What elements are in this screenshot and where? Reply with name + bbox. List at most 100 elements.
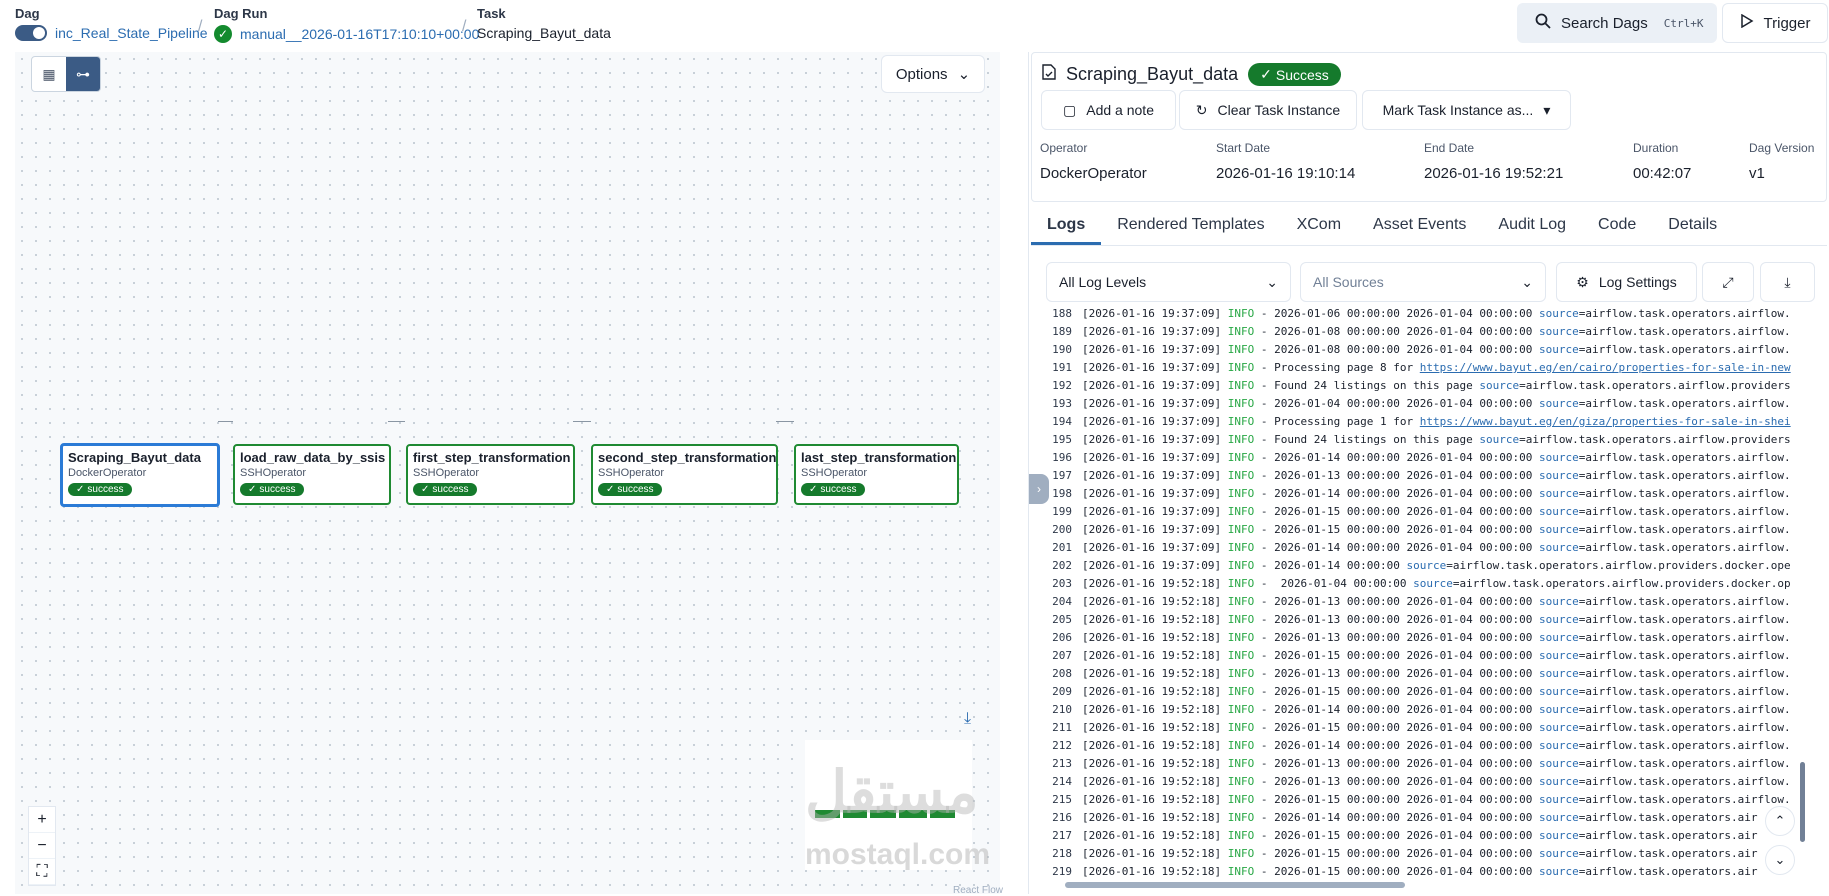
log-line-number: 198: [1052, 487, 1072, 500]
tab-details[interactable]: Details: [1652, 210, 1733, 245]
log-source-value: =airflow.task.operators.airflow.: [1578, 613, 1791, 626]
log-source-key[interactable]: source: [1539, 773, 1579, 791]
fit-view-icon[interactable]: ⛶: [29, 859, 55, 885]
add-note-button[interactable]: ▢ Add a note: [1041, 90, 1176, 130]
trigger-button[interactable]: Trigger: [1722, 3, 1828, 43]
log-source-key[interactable]: source: [1539, 665, 1579, 683]
log-source-key[interactable]: source: [1539, 827, 1579, 845]
log-source-key[interactable]: source: [1539, 611, 1579, 629]
search-dags-button[interactable]: Search Dags Ctrl+K: [1517, 3, 1717, 43]
log-level: INFO: [1227, 487, 1255, 500]
react-flow-attribution[interactable]: React Flow: [953, 885, 1003, 896]
log-timestamp: [2026-01-16 19:37:09]: [1082, 343, 1222, 356]
log-source-key[interactable]: source: [1413, 575, 1453, 593]
log-source-key[interactable]: source: [1539, 791, 1579, 809]
log-vertical-scrollbar[interactable]: [1800, 762, 1805, 842]
log-message: - 2026-01-14 00:00:00 2026-01-04 00:00:0…: [1254, 541, 1539, 554]
task-node-first-step[interactable]: first_step_transformation SSHOperator ✓ s…: [406, 444, 575, 505]
download-graph-icon[interactable]: ⤓: [964, 710, 971, 728]
grid-view-icon[interactable]: ▦: [32, 57, 66, 91]
log-url-link[interactable]: https://www.bayut.eg/en/giza/properties-…: [1420, 413, 1791, 431]
log-source-key[interactable]: source: [1539, 737, 1579, 755]
log-source-key[interactable]: source: [1539, 323, 1579, 341]
scroll-up-icon[interactable]: ⌃: [1765, 806, 1795, 836]
dag-link[interactable]: inc_Real_State_Pipeline: [55, 25, 208, 41]
status-badge: ✓ success: [598, 483, 662, 496]
log-timestamp: [2026-01-16 19:52:18]: [1082, 649, 1222, 662]
log-line: 202 [2026-01-16 19:37:09] INFO - 2026-01-…: [1046, 557, 1798, 575]
log-source-value: =airflow.task.operators.airflow.: [1578, 487, 1791, 500]
mark-task-instance-button[interactable]: Mark Task Instance as... ▾: [1362, 90, 1571, 130]
dag-run-link[interactable]: manual__2026-01-16T17:10:10+00:00: [240, 26, 479, 42]
task-name: Scraping_Bayut_data: [477, 25, 611, 41]
log-source-key[interactable]: source: [1539, 467, 1579, 485]
log-source-key[interactable]: source: [1539, 719, 1579, 737]
scroll-down-icon[interactable]: ⌄: [1765, 845, 1795, 875]
zoom-out-icon[interactable]: −: [29, 833, 55, 859]
log-source-value: =airflow.task.operators.airflow.: [1578, 757, 1791, 770]
tab-asset-events[interactable]: Asset Events: [1357, 210, 1482, 245]
log-source-key[interactable]: source: [1539, 305, 1579, 323]
graph-view-icon[interactable]: ⊶: [66, 57, 100, 91]
log-source-key[interactable]: source: [1479, 377, 1519, 395]
log-source-key[interactable]: source: [1539, 863, 1579, 881]
caret-down-icon: ▾: [1543, 101, 1551, 118]
log-line: 207 [2026-01-16 19:52:18] INFO - 2026-01-…: [1046, 647, 1798, 665]
log-source-key[interactable]: source: [1539, 539, 1579, 557]
task-node-scraping-bayut-data[interactable]: Scraping_Bayut_data DockerOperator ✓ succ…: [60, 443, 220, 507]
log-source-key[interactable]: source: [1539, 485, 1579, 503]
task-node-load-raw-data[interactable]: load_raw_data_by_ssis SSHOperator ✓ succe…: [233, 444, 391, 505]
task-node-second-step[interactable]: second_step_transformation SSHOperator ✓…: [591, 444, 778, 505]
log-source-value: =airflow.task.operators.airflow.: [1578, 739, 1791, 752]
clear-task-instance-button[interactable]: ↻ Clear Task Instance: [1179, 90, 1357, 130]
task-node-last-step[interactable]: last_step_transformation SSHOperator ✓ su…: [794, 444, 959, 505]
log-source-key[interactable]: source: [1407, 557, 1447, 575]
tab-code[interactable]: Code: [1582, 210, 1652, 245]
log-source-key[interactable]: source: [1539, 809, 1579, 827]
log-source-key[interactable]: source: [1539, 503, 1579, 521]
log-timestamp: [2026-01-16 19:52:18]: [1082, 685, 1222, 698]
log-line-number: 192: [1052, 379, 1072, 392]
log-source-value: =airflow.task.operators.airflow.: [1578, 703, 1791, 716]
log-level-select[interactable]: All Log Levels ⌄: [1046, 262, 1291, 302]
download-logs-button[interactable]: ⤓: [1760, 262, 1815, 302]
watermark-logo: مستقل: [805, 760, 979, 825]
tab-logs[interactable]: Logs: [1031, 210, 1102, 245]
log-line-number: 210: [1052, 703, 1072, 716]
log-source-value: =airflow.task.operators.airflow.: [1578, 595, 1791, 608]
log-source-key[interactable]: source: [1539, 521, 1579, 539]
log-source-key[interactable]: source: [1539, 341, 1579, 359]
log-source-key[interactable]: source: [1539, 593, 1579, 611]
log-source-key[interactable]: source: [1539, 629, 1579, 647]
log-line: 203 [2026-01-16 19:52:18] INFO - 2026-01-…: [1046, 575, 1798, 593]
log-source-key[interactable]: source: [1539, 647, 1579, 665]
log-source-select[interactable]: All Sources ⌄: [1300, 262, 1546, 302]
expand-logs-button[interactable]: ⤢: [1702, 262, 1754, 302]
log-settings-button[interactable]: ⚙ Log Settings: [1556, 262, 1697, 302]
log-level: INFO: [1227, 739, 1255, 752]
tab-rendered-templates[interactable]: Rendered Templates: [1101, 210, 1280, 245]
log-source-key[interactable]: source: [1539, 395, 1579, 413]
log-source-key[interactable]: source: [1539, 683, 1579, 701]
log-source-key[interactable]: source: [1539, 701, 1579, 719]
log-source-key[interactable]: source: [1539, 755, 1579, 773]
options-button[interactable]: Options ⌄: [881, 55, 985, 93]
task-node-name: last_step_transformation: [801, 450, 957, 465]
log-timestamp: [2026-01-16 19:37:09]: [1082, 433, 1222, 446]
log-line: 213 [2026-01-16 19:52:18] INFO - 2026-01-…: [1046, 755, 1798, 773]
log-url-link[interactable]: https://www.bayut.eg/en/cairo/properties…: [1420, 359, 1791, 377]
log-line-number: 196: [1052, 451, 1072, 464]
log-message: - 2026-01-13 00:00:00 2026-01-04 00:00:0…: [1254, 469, 1539, 482]
log-horizontal-scrollbar[interactable]: [1065, 882, 1405, 888]
log-source-key[interactable]: source: [1479, 431, 1519, 449]
log-level: INFO: [1227, 811, 1255, 824]
tab-xcom[interactable]: XCom: [1281, 210, 1357, 245]
tab-audit-log[interactable]: Audit Log: [1482, 210, 1582, 245]
dag-pause-toggle[interactable]: [15, 25, 47, 41]
log-source-key[interactable]: source: [1539, 449, 1579, 467]
log-line-number: 193: [1052, 397, 1072, 410]
zoom-in-icon[interactable]: +: [29, 807, 55, 833]
log-level: INFO: [1227, 505, 1255, 518]
log-source-key[interactable]: source: [1539, 845, 1579, 863]
log-viewer[interactable]: 188 [2026-01-16 19:37:09] INFO - 2026-01-…: [1046, 305, 1798, 888]
